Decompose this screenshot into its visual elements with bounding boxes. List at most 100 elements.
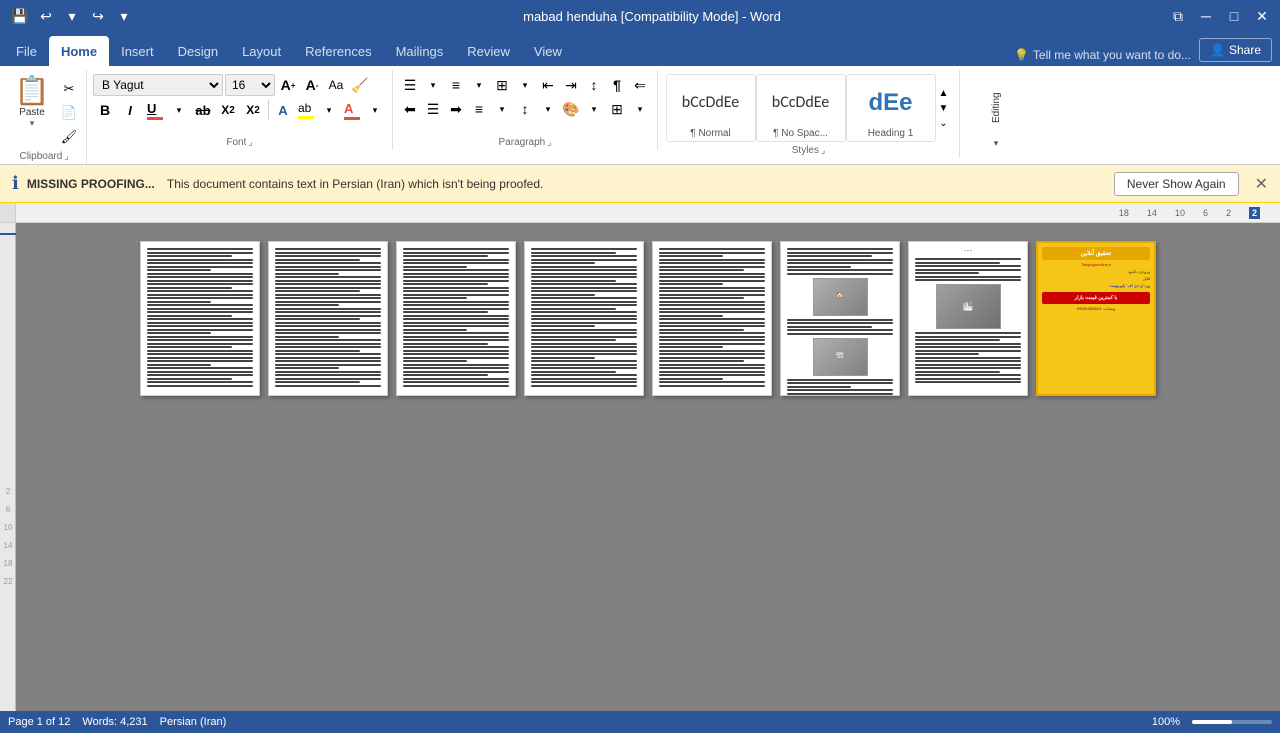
increase-font-button[interactable]: A+ xyxy=(277,74,299,96)
page-6-text: 🏠 🏗 xyxy=(787,248,893,395)
line-spacing-dropdown[interactable]: ▾ xyxy=(537,98,559,120)
italic-button[interactable]: I xyxy=(118,98,142,122)
align-right-button[interactable]: ➡ xyxy=(445,98,467,120)
bold-button[interactable]: B xyxy=(93,98,117,122)
bullets-button[interactable]: ☰ xyxy=(399,74,421,96)
text-effects-button[interactable]: A xyxy=(272,99,294,121)
lightbulb-icon: 💡 xyxy=(1014,48,1029,62)
copy-button[interactable]: 📄 xyxy=(58,102,80,124)
font-color-dropdown[interactable]: ▾ xyxy=(364,99,386,121)
editing-button[interactable]: Editing ▾ xyxy=(966,74,1026,153)
undo-dropdown[interactable]: ▾ xyxy=(60,4,84,28)
tab-review[interactable]: Review xyxy=(455,36,522,66)
page-thumb-1[interactable] xyxy=(140,241,260,396)
subscript-button[interactable]: X2 xyxy=(216,98,240,122)
paste-button[interactable]: 📋 Paste ▾ xyxy=(8,74,56,129)
font-name-select[interactable]: B Yagut xyxy=(93,74,223,96)
align-center-button[interactable]: ☰ xyxy=(422,98,444,120)
zoom-slider[interactable] xyxy=(1192,720,1272,724)
underline-dropdown[interactable]: ▾ xyxy=(168,99,190,121)
borders-button[interactable]: ⊞ xyxy=(606,98,628,120)
underline-button[interactable]: U xyxy=(143,98,167,122)
style-heading1-text: dEe xyxy=(868,89,912,117)
style-normal[interactable]: bCcDdEe ¶ Normal xyxy=(666,74,756,142)
page-thumb-5[interactable] xyxy=(652,241,772,396)
tab-insert[interactable]: Insert xyxy=(109,36,166,66)
multilevel-dropdown[interactable]: ▾ xyxy=(514,74,536,96)
sort-button[interactable]: ↕ xyxy=(583,74,605,96)
font-content: B Yagut 16 A+ A- Aa 🧹 B I U xyxy=(93,70,386,134)
editing-label: Editing xyxy=(991,78,1002,138)
borders-dropdown[interactable]: ▾ xyxy=(629,98,651,120)
show-paragraph-button[interactable]: ¶ xyxy=(606,74,628,96)
page-thumb-6[interactable]: 🏠 🏗 xyxy=(780,241,900,396)
notification-close-button[interactable]: ✕ xyxy=(1255,174,1268,194)
decrease-font-button[interactable]: A- xyxy=(301,74,323,96)
font-color-button[interactable]: A xyxy=(341,99,363,121)
align-left-button[interactable]: ⬅ xyxy=(399,98,421,120)
numbering-button[interactable]: ≡ xyxy=(445,74,467,96)
format-painter-button[interactable]: 🖌 xyxy=(58,126,80,148)
styles-scroll-down[interactable]: ▼ xyxy=(936,101,952,115)
undo-button[interactable]: ↩ xyxy=(34,4,58,28)
cut-button[interactable]: ✂ xyxy=(58,78,80,100)
tab-design[interactable]: Design xyxy=(166,36,230,66)
bullets-dropdown[interactable]: ▾ xyxy=(422,74,444,96)
tab-home[interactable]: Home xyxy=(49,36,109,66)
style-heading1[interactable]: dEe Heading 1 xyxy=(846,74,936,142)
page-thumb-8[interactable]: تحقیق آنلاین Tahghighonline.ir ورودی دان… xyxy=(1036,241,1156,396)
multilevel-button[interactable]: ⊞ xyxy=(491,74,513,96)
page-thumb-4[interactable] xyxy=(524,241,644,396)
font-dialog-launcher[interactable]: ⌟ xyxy=(248,137,252,148)
page-1-text xyxy=(147,248,253,387)
styles-dialog-launcher[interactable]: ⌟ xyxy=(821,145,825,156)
clear-formatting-button[interactable]: 🧹 xyxy=(349,74,371,96)
tab-file[interactable]: File xyxy=(4,36,49,66)
tab-references[interactable]: References xyxy=(293,36,383,66)
maximize-button[interactable]: □ xyxy=(1224,6,1244,26)
clipboard-dialog-launcher[interactable]: ⌟ xyxy=(64,151,68,162)
text-highlight-color-button[interactable]: ab xyxy=(295,99,317,121)
font-row-1: B Yagut 16 A+ A- Aa 🧹 xyxy=(93,74,371,96)
styles-scroll-up[interactable]: ▲ xyxy=(936,86,952,100)
editing-dropdown[interactable]: ▾ xyxy=(994,138,999,149)
page-thumb-7[interactable]: - - - 🏙 xyxy=(908,241,1028,396)
save-button[interactable]: 💾 xyxy=(8,4,32,28)
redo-button[interactable]: ↪ xyxy=(86,4,110,28)
ribbon-group-font: B Yagut 16 A+ A- Aa 🧹 B I U xyxy=(89,70,393,150)
close-button[interactable]: ✕ xyxy=(1252,6,1272,26)
decrease-indent-button[interactable]: ⇤ xyxy=(537,74,559,96)
style-no-spacing[interactable]: bCcDdEe ¶ No Spac... xyxy=(756,74,846,142)
page-thumb-2[interactable] xyxy=(268,241,388,396)
style-normal-preview: bCcDdEe xyxy=(671,77,751,128)
justify-dropdown[interactable]: ▾ xyxy=(491,98,513,120)
strikethrough-button[interactable]: ab xyxy=(191,98,215,122)
page-thumb-3[interactable] xyxy=(396,241,516,396)
ruler-num-18: 18 xyxy=(1119,208,1129,218)
minimize-button[interactable]: ─ xyxy=(1196,6,1216,26)
justify-button[interactable]: ≡ xyxy=(468,98,490,120)
paragraph-dialog-launcher[interactable]: ⌟ xyxy=(547,137,551,148)
editing-group-label xyxy=(966,153,1026,158)
never-show-again-button[interactable]: Never Show Again xyxy=(1114,172,1239,196)
superscript-button[interactable]: X2 xyxy=(241,98,265,122)
styles-more[interactable]: ⌄ xyxy=(936,116,952,130)
rtl-button[interactable]: ⇐ xyxy=(629,74,651,96)
share-button[interactable]: 👤 Share xyxy=(1199,38,1272,62)
shading-dropdown[interactable]: ▾ xyxy=(583,98,605,120)
tab-layout[interactable]: Layout xyxy=(230,36,293,66)
restore-button[interactable]: ⧉ xyxy=(1168,6,1188,26)
paste-dropdown-arrow[interactable]: ▾ xyxy=(30,118,35,129)
tab-view[interactable]: View xyxy=(522,36,574,66)
shading-button[interactable]: 🎨 xyxy=(560,98,582,120)
change-case-button[interactable]: Aa xyxy=(325,74,347,96)
customize-qat-button[interactable]: ▾ xyxy=(112,4,136,28)
increase-indent-button[interactable]: ⇥ xyxy=(560,74,582,96)
font-size-select[interactable]: 16 xyxy=(225,74,275,96)
tab-mailings[interactable]: Mailings xyxy=(384,36,456,66)
highlight-dropdown[interactable]: ▾ xyxy=(318,99,340,121)
numbering-dropdown[interactable]: ▾ xyxy=(468,74,490,96)
line-spacing-button[interactable]: ↕ xyxy=(514,98,536,120)
tell-me-input[interactable]: 💡 Tell me what you want to do... xyxy=(1006,44,1199,66)
scroll-n18: 18 xyxy=(0,555,16,573)
